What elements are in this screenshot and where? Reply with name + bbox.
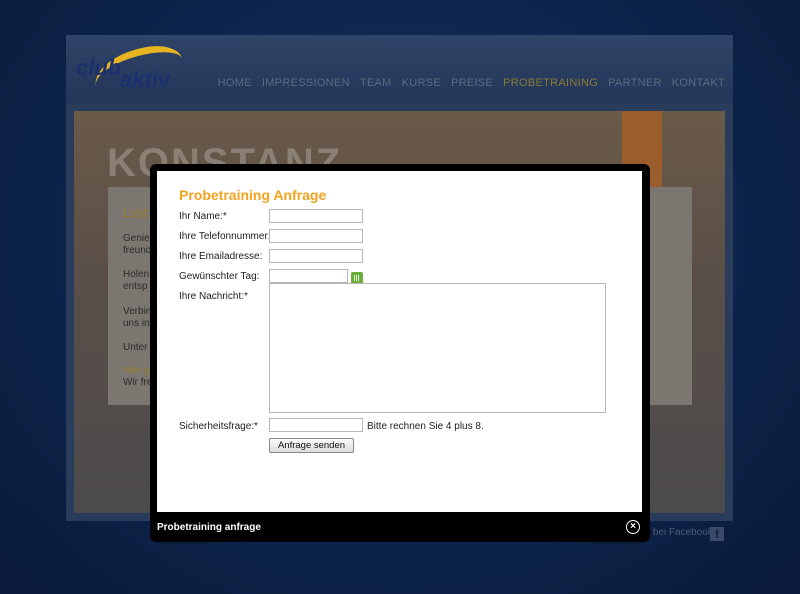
logo-text-club: club — [76, 55, 122, 80]
phone-label: Ihre Telefonnummer: — [179, 231, 271, 242]
modal-content: Probetraining Anfrage Ihr Name:* Ihre Te… — [157, 171, 642, 512]
close-icon[interactable]: × — [626, 520, 640, 534]
name-input[interactable] — [269, 209, 363, 223]
nav-impressionen[interactable]: IMPRESSIONEN — [262, 77, 350, 89]
submit-button[interactable]: Anfrage senden — [269, 438, 354, 453]
email-input[interactable] — [269, 249, 363, 263]
nav-preise[interactable]: PREISE — [451, 77, 493, 89]
nav-kurse[interactable]: KURSE — [402, 77, 441, 89]
content-line: freund — [123, 245, 152, 256]
main-nav: HOME IMPRESSIONEN TEAM KURSE PREISE PROB… — [218, 77, 725, 89]
club-aktiv-logo[interactable]: club aktiv — [76, 40, 188, 105]
name-label: Ihr Name:* — [179, 211, 227, 222]
day-input[interactable] — [269, 269, 348, 283]
probetraining-modal: Probetraining Anfrage Ihr Name:* Ihre Te… — [150, 164, 650, 542]
nav-home[interactable]: HOME — [218, 77, 252, 89]
message-label: Ihre Nachricht:* — [179, 291, 248, 302]
content-line: Verbin — [123, 306, 152, 317]
message-textarea[interactable] — [269, 283, 606, 413]
nav-partner[interactable]: PARTNER — [608, 77, 662, 89]
form-title: Probetraining Anfrage — [179, 187, 327, 203]
security-input[interactable] — [269, 418, 363, 432]
content-line: entsp — [123, 281, 148, 292]
site-header: club aktiv HOME IMPRESSIONEN TEAM KURSE … — [66, 35, 733, 105]
nav-team[interactable]: TEAM — [360, 77, 392, 89]
content-heading: Lust — [123, 205, 148, 220]
logo-text-aktiv: aktiv — [120, 67, 171, 92]
nav-probetraining[interactable]: PROBETRAINING — [503, 77, 598, 89]
facebook-link[interactable]: tiv bei Facebook — [640, 527, 713, 538]
security-hint: Bitte rechnen Sie 4 plus 8. — [367, 421, 484, 432]
content-line: Unter — [123, 342, 148, 353]
nav-kontakt[interactable]: KONTAKT — [672, 77, 725, 89]
content-link[interactable]: Hier g — [123, 365, 150, 376]
content-line: Holen — [123, 269, 150, 280]
content-line: uns in — [123, 318, 150, 329]
modal-caption: Probetraining anfrage — [157, 522, 261, 533]
day-label: Gewünschter Tag: — [179, 271, 260, 282]
content-line: Wir fre — [123, 377, 153, 388]
security-label: Sicherheitsfrage:* — [179, 421, 258, 432]
phone-input[interactable] — [269, 229, 363, 243]
email-label: Ihre Emailadresse: — [179, 251, 263, 262]
facebook-icon[interactable]: f — [710, 527, 724, 541]
content-line: Genie — [123, 233, 150, 244]
